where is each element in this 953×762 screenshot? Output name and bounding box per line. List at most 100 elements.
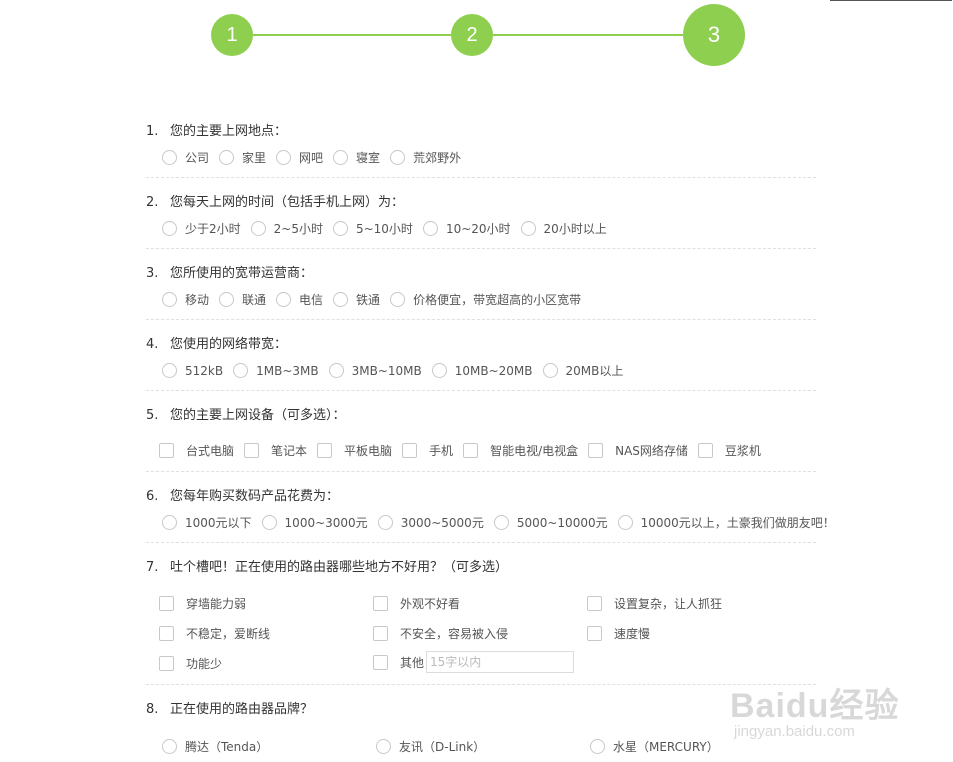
radio-option[interactable]: 铁通 [333,291,380,308]
radio-option[interactable]: 3MB~10MB [328,363,422,378]
divider [146,471,816,472]
radio-option[interactable]: 5~10小时 [332,220,413,237]
radio-button[interactable] [542,363,558,378]
divider [146,542,816,543]
options: 移动 联通 电信 铁通 价格便宜，带宽超高的小区宽带 [162,291,591,308]
checkbox[interactable] [588,443,604,458]
radio-button[interactable] [162,515,177,530]
checkbox-option[interactable]: 功能少 [159,655,222,672]
step-1[interactable]: 1 [211,14,253,56]
radio-option[interactable]: 寝室 [333,149,380,166]
radio-button[interactable] [219,292,235,307]
radio-option[interactable]: 512kB [162,363,223,378]
radio-button[interactable] [377,515,393,530]
baidu-jingyan-watermark: Baidu经验 jingyan.baidu.com [730,678,899,740]
radio-button[interactable] [390,292,406,307]
radio-option[interactable]: 网吧 [276,149,323,166]
checkbox[interactable] [373,654,388,670]
radio-option[interactable]: 20小时以上 [520,220,607,237]
radio-button[interactable] [162,221,177,236]
radio-option[interactable]: 水星（MERCURY） [590,738,719,755]
checkbox[interactable] [159,656,174,671]
radio-button[interactable] [261,515,277,530]
checkbox[interactable] [159,443,174,458]
radio-option[interactable]: 少于2小时 [162,220,241,237]
radio-button[interactable] [162,739,177,754]
checkbox-option[interactable]: 手机 [402,442,453,459]
checkbox[interactable] [697,443,713,458]
checkbox[interactable] [159,596,174,611]
radio-button[interactable] [422,221,438,236]
question-title: 3. 您所使用的宽带运营商： [146,266,314,281]
radio-button[interactable] [376,739,391,754]
checkbox-option[interactable]: NAS网络存储 [588,442,688,459]
radio-option[interactable]: 10~20小时 [422,220,511,237]
checkbox-option[interactable]: 豆浆机 [697,442,761,459]
question-title: 5. 您的主要上网设备（可多选）： [146,408,346,423]
radio-option[interactable]: 公司 [162,149,209,166]
checkbox[interactable] [463,443,479,458]
radio-option[interactable]: 腾达（Tenda） [162,738,268,755]
other-text-input[interactable] [426,651,575,673]
radio-button[interactable] [332,221,348,236]
checkbox-option[interactable]: 不安全，容易被入侵 [373,625,508,642]
radio-option[interactable]: 移动 [162,291,209,308]
radio-button[interactable] [233,363,249,378]
divider [146,177,816,178]
step-connector-1-2 [253,34,451,36]
step-3[interactable]: 3 [683,4,745,66]
radio-button[interactable] [590,739,605,754]
radio-button[interactable] [250,221,266,236]
checkbox[interactable] [317,443,333,458]
radio-option[interactable]: 1000元以下 [162,514,252,531]
radio-option[interactable]: 5000~10000元 [493,514,608,531]
question-title: 7. 吐个槽吧！正在使用的路由器哪些地方不好用？（可多选） [146,560,509,575]
radio-button[interactable] [276,292,292,307]
radio-option[interactable]: 10MB~20MB [431,363,533,378]
radio-button[interactable] [162,292,177,307]
checkbox-option[interactable]: 台式电脑 [159,442,234,459]
checkbox[interactable] [244,443,260,458]
radio-option[interactable]: 荒郊野外 [390,149,461,166]
checkbox[interactable] [159,626,174,641]
radio-button[interactable] [219,150,235,165]
radio-button[interactable] [162,363,177,378]
radio-button[interactable] [617,515,633,530]
radio-button[interactable] [431,363,447,378]
checkbox-option[interactable]: 设置复杂，让人抓狂 [587,595,722,612]
checkbox[interactable] [373,596,388,611]
radio-option[interactable]: 20MB以上 [542,362,623,379]
checkbox-option[interactable]: 智能电视/电视盒 [463,442,578,459]
radio-button[interactable] [333,292,349,307]
checkbox-option[interactable]: 不稳定，爱断线 [159,625,270,642]
checkbox[interactable] [587,596,602,611]
radio-button[interactable] [493,515,509,530]
radio-button[interactable] [520,221,536,236]
checkbox-option[interactable]: 外观不好看 [373,595,460,612]
checkbox[interactable] [402,443,418,458]
checkbox-option[interactable]: 速度慢 [587,625,650,642]
radio-option[interactable]: 1MB~3MB [233,363,319,378]
radio-option[interactable]: 价格便宜，带宽超高的小区宽带 [390,291,581,308]
radio-option[interactable]: 联通 [219,291,266,308]
checkbox[interactable] [373,626,388,641]
radio-option[interactable]: 家里 [219,149,266,166]
radio-button[interactable] [162,150,177,165]
checkbox-option[interactable]: 穿墙能力弱 [159,595,246,612]
step-2[interactable]: 2 [451,14,493,56]
radio-option[interactable]: 10000元以上，土豪我们做朋友吧！ [617,514,835,531]
radio-button[interactable] [390,150,406,165]
radio-button[interactable] [276,150,292,165]
options: 台式电脑 笔记本 平板电脑 手机 智能电视/电视盒 NAS网络存储 豆浆机 [159,442,771,459]
radio-option[interactable]: 电信 [276,291,323,308]
radio-button[interactable] [328,363,344,378]
radio-option[interactable]: 1000~3000元 [261,514,368,531]
radio-option[interactable]: 3000~5000元 [377,514,484,531]
checkbox[interactable] [587,626,602,641]
divider [146,684,816,685]
radio-option[interactable]: 友讯（D-Link） [376,738,485,755]
checkbox-option[interactable]: 笔记本 [244,442,307,459]
radio-button[interactable] [333,150,349,165]
radio-option[interactable]: 2~5小时 [250,220,323,237]
checkbox-option[interactable]: 平板电脑 [317,442,392,459]
